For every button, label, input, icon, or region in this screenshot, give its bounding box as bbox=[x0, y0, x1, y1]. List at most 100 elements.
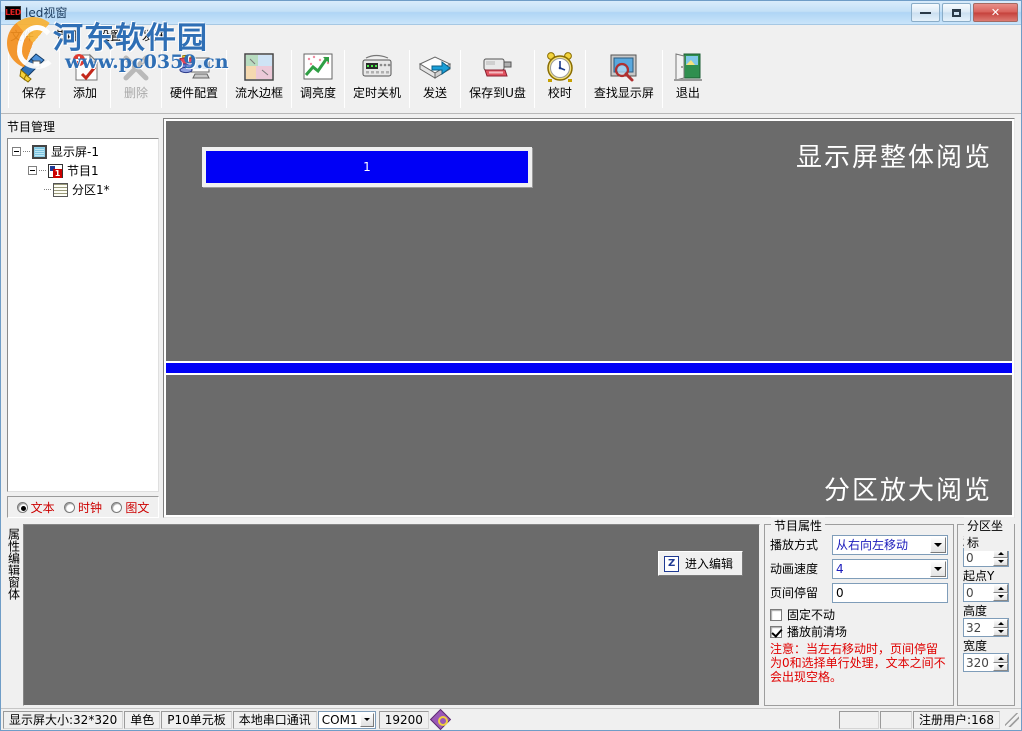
stepper-down-icon[interactable] bbox=[993, 662, 1008, 671]
stepper-up-icon[interactable] bbox=[993, 654, 1008, 663]
toolbar-clock-sync-button[interactable]: 校时 bbox=[538, 48, 582, 110]
maximize-button[interactable] bbox=[942, 3, 971, 22]
overall-preview-canvas[interactable]: 1 显示屏整体阅览 bbox=[166, 121, 1012, 361]
animation-speed-select[interactable]: 4 bbox=[832, 558, 948, 579]
start-x-value[interactable]: 0 bbox=[964, 549, 993, 566]
toolbar-separator bbox=[460, 50, 462, 108]
toolbar-hardware-config-button[interactable]: 硬件配置 bbox=[165, 48, 223, 110]
screen-region-content[interactable]: 1 bbox=[206, 151, 528, 183]
save-usb-icon bbox=[480, 50, 514, 84]
stepper-down-icon[interactable] bbox=[993, 557, 1008, 566]
radio-indicator-icon[interactable] bbox=[16, 501, 28, 513]
status-port-value: COM1 bbox=[321, 712, 358, 727]
tree-connector bbox=[23, 151, 30, 152]
stepper-buttons[interactable] bbox=[993, 619, 1008, 636]
menu-bar: 文件 节目 设置 发送 bbox=[1, 25, 1021, 45]
program-properties-group: 节目属性 播放方式 从右向左移动 动画速度 4 页间停留 0 固定不动 播放前清… bbox=[764, 517, 954, 706]
status-port-select[interactable]: COM1 bbox=[317, 710, 376, 729]
status-screen-size: 显示屏大小:32*320 bbox=[3, 710, 124, 729]
hardware-config-icon bbox=[177, 50, 211, 84]
clock-sync-icon bbox=[543, 50, 577, 84]
fixed-checkbox-row[interactable]: 固定不动 bbox=[770, 606, 948, 623]
content-type-radio-group: 文本 时钟 图文 bbox=[7, 496, 159, 518]
minimize-button[interactable] bbox=[911, 3, 940, 22]
toolbar-border-effect-label: 流水边框 bbox=[235, 86, 284, 100]
chevron-down-icon[interactable] bbox=[359, 712, 374, 727]
status-bar: 显示屏大小:32*320 单色 P10单元板 本地串口通讯 COM1 19200… bbox=[1, 708, 1021, 730]
radio-text[interactable]: 文本 bbox=[16, 499, 55, 516]
radio-indicator-icon[interactable] bbox=[111, 501, 123, 513]
brightness-icon bbox=[301, 50, 335, 84]
menu-send[interactable]: 发送 bbox=[139, 26, 169, 45]
stepper-down-icon[interactable] bbox=[993, 627, 1008, 636]
tree-connector bbox=[39, 170, 46, 171]
connection-status-icon[interactable] bbox=[430, 711, 450, 729]
toolbar-hardware-config-label: 硬件配置 bbox=[170, 86, 219, 100]
toolbar-delete-label: 删除 bbox=[123, 86, 148, 100]
stepper-buttons[interactable] bbox=[993, 549, 1008, 566]
chevron-down-icon[interactable] bbox=[930, 536, 946, 553]
collapse-toggle-icon[interactable] bbox=[12, 147, 21, 156]
menu-file[interactable]: 文件 bbox=[7, 26, 37, 45]
fixed-checkbox[interactable] bbox=[770, 608, 782, 621]
radio-indicator-icon[interactable] bbox=[63, 501, 75, 513]
partition-zoom-canvas[interactable]: 分区放大阅览 bbox=[166, 375, 1012, 515]
toolbar-separator bbox=[110, 50, 111, 108]
stepper-up-icon[interactable] bbox=[993, 619, 1008, 628]
toolbar-brightness-button[interactable]: 调亮度 bbox=[295, 48, 341, 110]
screen-region-box[interactable]: 1 bbox=[202, 147, 532, 187]
width-stepper[interactable]: 320 bbox=[963, 653, 1009, 672]
toolbar-save-button[interactable]: 保存 bbox=[12, 48, 56, 110]
animation-speed-label: 动画速度 bbox=[770, 562, 819, 576]
radio-text-label: 文本 bbox=[30, 500, 55, 515]
stepper-buttons[interactable] bbox=[993, 654, 1008, 671]
clear-before-checkbox-row[interactable]: 播放前清场 bbox=[770, 623, 948, 640]
toolbar-separator bbox=[584, 50, 586, 108]
status-comm-type: 本地串口通讯 bbox=[232, 710, 317, 729]
toolbar-border-effect-button[interactable]: 流水边框 bbox=[230, 48, 288, 110]
status-panel-type: P10单元板 bbox=[161, 710, 232, 729]
close-button[interactable]: ✕ bbox=[973, 3, 1018, 22]
toolbar-exit-button[interactable]: 退出 bbox=[666, 48, 710, 110]
fixed-label: 固定不动 bbox=[787, 608, 836, 622]
program-tree[interactable]: 显示屏-1 节目1 分区1* bbox=[7, 138, 159, 492]
program-manager-title: 节目管理 bbox=[7, 120, 56, 134]
page-stay-label: 页间停留 bbox=[770, 586, 819, 600]
start-y-value[interactable]: 0 bbox=[964, 584, 993, 601]
stepper-down-icon[interactable] bbox=[993, 592, 1008, 601]
tree-item-partition[interactable]: 分区1* bbox=[10, 180, 156, 199]
app-logo-icon: LED bbox=[5, 5, 21, 20]
find-screen-icon bbox=[607, 50, 641, 84]
start-y-stepper[interactable]: 0 bbox=[963, 583, 1009, 602]
tree-item-program[interactable]: 节目1 bbox=[10, 161, 156, 180]
toolbar-add-button[interactable]: 添加 bbox=[63, 48, 107, 110]
width-value[interactable]: 320 bbox=[964, 654, 993, 671]
toolbar-find-screen-button[interactable]: 查找显示屏 bbox=[589, 48, 659, 110]
collapse-toggle-icon[interactable] bbox=[28, 166, 37, 175]
stepper-buttons[interactable] bbox=[993, 584, 1008, 601]
toolbar: 保存 添加 删除 硬件配置 流水边框 调亮度 定时关机 发送 保存到U盘 校时 … bbox=[1, 45, 1021, 114]
play-mode-select[interactable]: 从右向左移动 bbox=[832, 534, 948, 555]
resize-grip-icon[interactable] bbox=[1005, 712, 1019, 727]
tree-item-screen[interactable]: 显示屏-1 bbox=[10, 142, 156, 161]
height-stepper[interactable]: 32 bbox=[963, 618, 1009, 637]
menu-program[interactable]: 节目 bbox=[51, 26, 81, 45]
toolbar-send-button[interactable]: 发送 bbox=[413, 48, 457, 110]
toolbar-save-usb-button[interactable]: 保存到U盘 bbox=[464, 48, 531, 110]
toolbar-timer-shutdown-button[interactable]: 定时关机 bbox=[348, 48, 406, 110]
chevron-down-icon[interactable] bbox=[930, 560, 946, 577]
toolbar-delete-button[interactable]: 删除 bbox=[114, 48, 158, 110]
save-icon bbox=[17, 50, 51, 84]
content-edit-canvas[interactable]: 进入编辑 bbox=[23, 524, 760, 706]
enter-edit-button[interactable]: 进入编辑 bbox=[657, 551, 743, 576]
clear-before-checkbox[interactable] bbox=[770, 625, 782, 638]
preview-frame: 1 显示屏整体阅览 分区放大阅览 bbox=[163, 118, 1015, 518]
menu-settings[interactable]: 设置 bbox=[95, 26, 125, 45]
radio-graphic-text[interactable]: 图文 bbox=[111, 499, 149, 516]
toolbar-separator bbox=[8, 50, 9, 108]
stepper-up-icon[interactable] bbox=[993, 584, 1008, 593]
toolbar-separator bbox=[344, 50, 346, 108]
height-value[interactable]: 32 bbox=[964, 619, 993, 636]
page-stay-input[interactable]: 0 bbox=[832, 582, 948, 603]
radio-clock[interactable]: 时钟 bbox=[63, 499, 102, 516]
